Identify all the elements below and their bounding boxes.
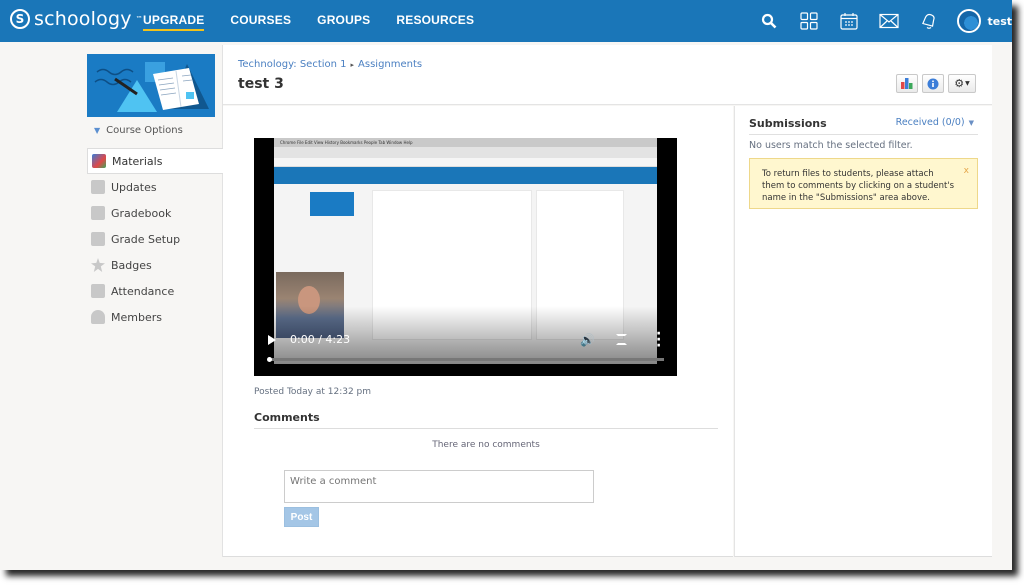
- volume-icon[interactable]: 🔊: [580, 333, 595, 347]
- post-button[interactable]: Post: [284, 507, 319, 527]
- comment-input[interactable]: [284, 470, 594, 503]
- info-button[interactable]: [922, 74, 944, 93]
- members-icon: [91, 310, 105, 324]
- badges-icon: [91, 258, 105, 272]
- submissions-title: Submissions: [749, 117, 827, 130]
- sidebar-item-label: Members: [111, 310, 162, 324]
- assignment-content: Chrome File Edit View History Bookmarks …: [223, 106, 733, 557]
- breadcrumb-separator-icon: ▸: [350, 61, 355, 69]
- search-icon[interactable]: [749, 7, 789, 35]
- video-progress-bar[interactable]: [267, 357, 664, 362]
- nav-groups[interactable]: GROUPS: [317, 13, 370, 31]
- updates-icon: [91, 180, 105, 194]
- return-files-notice: To return files to students, please atta…: [749, 158, 978, 209]
- username[interactable]: test: [987, 15, 1012, 28]
- close-icon[interactable]: x: [964, 165, 969, 177]
- sidebar-item-label: Gradebook: [111, 206, 172, 220]
- video-mac-menubar: Chrome File Edit View History Bookmarks …: [274, 138, 657, 147]
- avatar[interactable]: [957, 9, 982, 33]
- caret-down-icon: ▼: [965, 80, 970, 87]
- fullscreen-icon[interactable]: [616, 334, 627, 345]
- main-nav: UPGRADE COURSES GROUPS RESOURCES: [143, 13, 474, 31]
- breadcrumb-assignments-link[interactable]: Assignments: [358, 59, 422, 70]
- submissions-panel: Submissions Received (0/0) ▼ No users mat…: [734, 106, 992, 557]
- nav-courses[interactable]: COURSES: [230, 13, 291, 31]
- play-icon[interactable]: [268, 335, 276, 345]
- header-icons: test: [749, 7, 1012, 35]
- apps-grid-icon[interactable]: [789, 7, 829, 35]
- sidebar-item-updates[interactable]: Updates: [87, 174, 224, 200]
- breadcrumb-course-link[interactable]: Technology: Section 1: [238, 59, 347, 70]
- page-toolbar: ⚙ ▼: [896, 74, 976, 93]
- video-tab-bar: [274, 147, 657, 158]
- comments-heading: Comments: [254, 411, 718, 429]
- mail-icon[interactable]: [869, 7, 909, 35]
- nav-resources[interactable]: RESOURCES: [396, 13, 474, 31]
- attendance-icon: [91, 284, 105, 298]
- caret-down-icon: ▼: [968, 119, 974, 127]
- sidebar-item-gradebook[interactable]: Gradebook: [87, 200, 224, 226]
- course-options-toggle[interactable]: ▼ Course Options: [94, 125, 183, 136]
- bell-icon[interactable]: [909, 7, 949, 35]
- breadcrumb: Technology: Section 1 ▸ Assignments: [238, 59, 422, 70]
- more-options-icon[interactable]: · · ·: [656, 327, 661, 353]
- sidebar-item-label: Grade Setup: [111, 232, 181, 246]
- sidebar-item-grade-setup[interactable]: Grade Setup: [87, 226, 224, 252]
- analytics-button[interactable]: [896, 74, 918, 93]
- sidebar-item-label: Badges: [111, 258, 152, 272]
- gradebook-icon: [91, 206, 105, 220]
- info-icon: [927, 78, 939, 89]
- notice-text: To return files to students, please atta…: [762, 169, 955, 203]
- no-comments-text: There are no comments: [432, 440, 540, 450]
- submissions-divider: [749, 134, 978, 135]
- course-options-label: Course Options: [106, 125, 183, 136]
- sidebar-item-attendance[interactable]: Attendance: [87, 278, 224, 304]
- posted-timestamp: Posted Today at 12:32 pm: [254, 387, 372, 397]
- logo-text: schoology: [34, 8, 132, 30]
- analytics-icon: [901, 78, 913, 89]
- gear-icon: ⚙: [954, 77, 965, 90]
- sidebar-item-label: Updates: [111, 180, 157, 194]
- caret-down-icon: ▼: [94, 126, 101, 135]
- materials-icon: [92, 154, 106, 168]
- submissions-filter-dropdown[interactable]: Received (0/0) ▼: [896, 117, 974, 128]
- nav-upgrade[interactable]: UPGRADE: [143, 13, 205, 31]
- progress-handle[interactable]: [267, 357, 272, 362]
- page-title: test 3: [238, 76, 284, 92]
- video-controls: 0:00 / 4:23 🔊 · · ·: [254, 327, 677, 353]
- sidebar-item-label: Materials: [112, 154, 163, 168]
- grade-setup-icon: [91, 232, 105, 246]
- top-navigation-bar: S schoology ™ UPGRADE COURSES GROUPS RESO…: [0, 0, 1012, 42]
- page-header: Technology: Section 1 ▸ Assignments test 3…: [223, 45, 992, 105]
- calendar-icon[interactable]: [829, 7, 869, 35]
- course-menu: Materials Updates Gradebook Grade Setup …: [87, 148, 224, 330]
- browser-window: S schoology ™ UPGRADE COURSES GROUPS RESO…: [0, 0, 1012, 570]
- filter-label: Received (0/0): [895, 117, 965, 128]
- video-player[interactable]: Chrome File Edit View History Bookmarks …: [254, 138, 677, 376]
- sidebar-item-label: Attendance: [111, 284, 175, 298]
- video-time: 0:00 / 4:23: [290, 333, 351, 346]
- schoology-logo[interactable]: S schoology ™: [10, 8, 143, 30]
- settings-button[interactable]: ⚙ ▼: [948, 74, 976, 93]
- trademark: ™: [135, 15, 143, 23]
- logo-mark-icon: S: [10, 9, 30, 29]
- course-banner-image: [87, 54, 215, 117]
- sidebar-item-materials[interactable]: Materials: [87, 148, 224, 174]
- sidebar-item-badges[interactable]: Badges: [87, 252, 224, 278]
- sidebar-item-members[interactable]: Members: [87, 304, 224, 330]
- video-inner-header: [274, 167, 657, 184]
- no-users-message: No users match the selected filter.: [749, 140, 913, 151]
- video-url-bar: [274, 158, 657, 167]
